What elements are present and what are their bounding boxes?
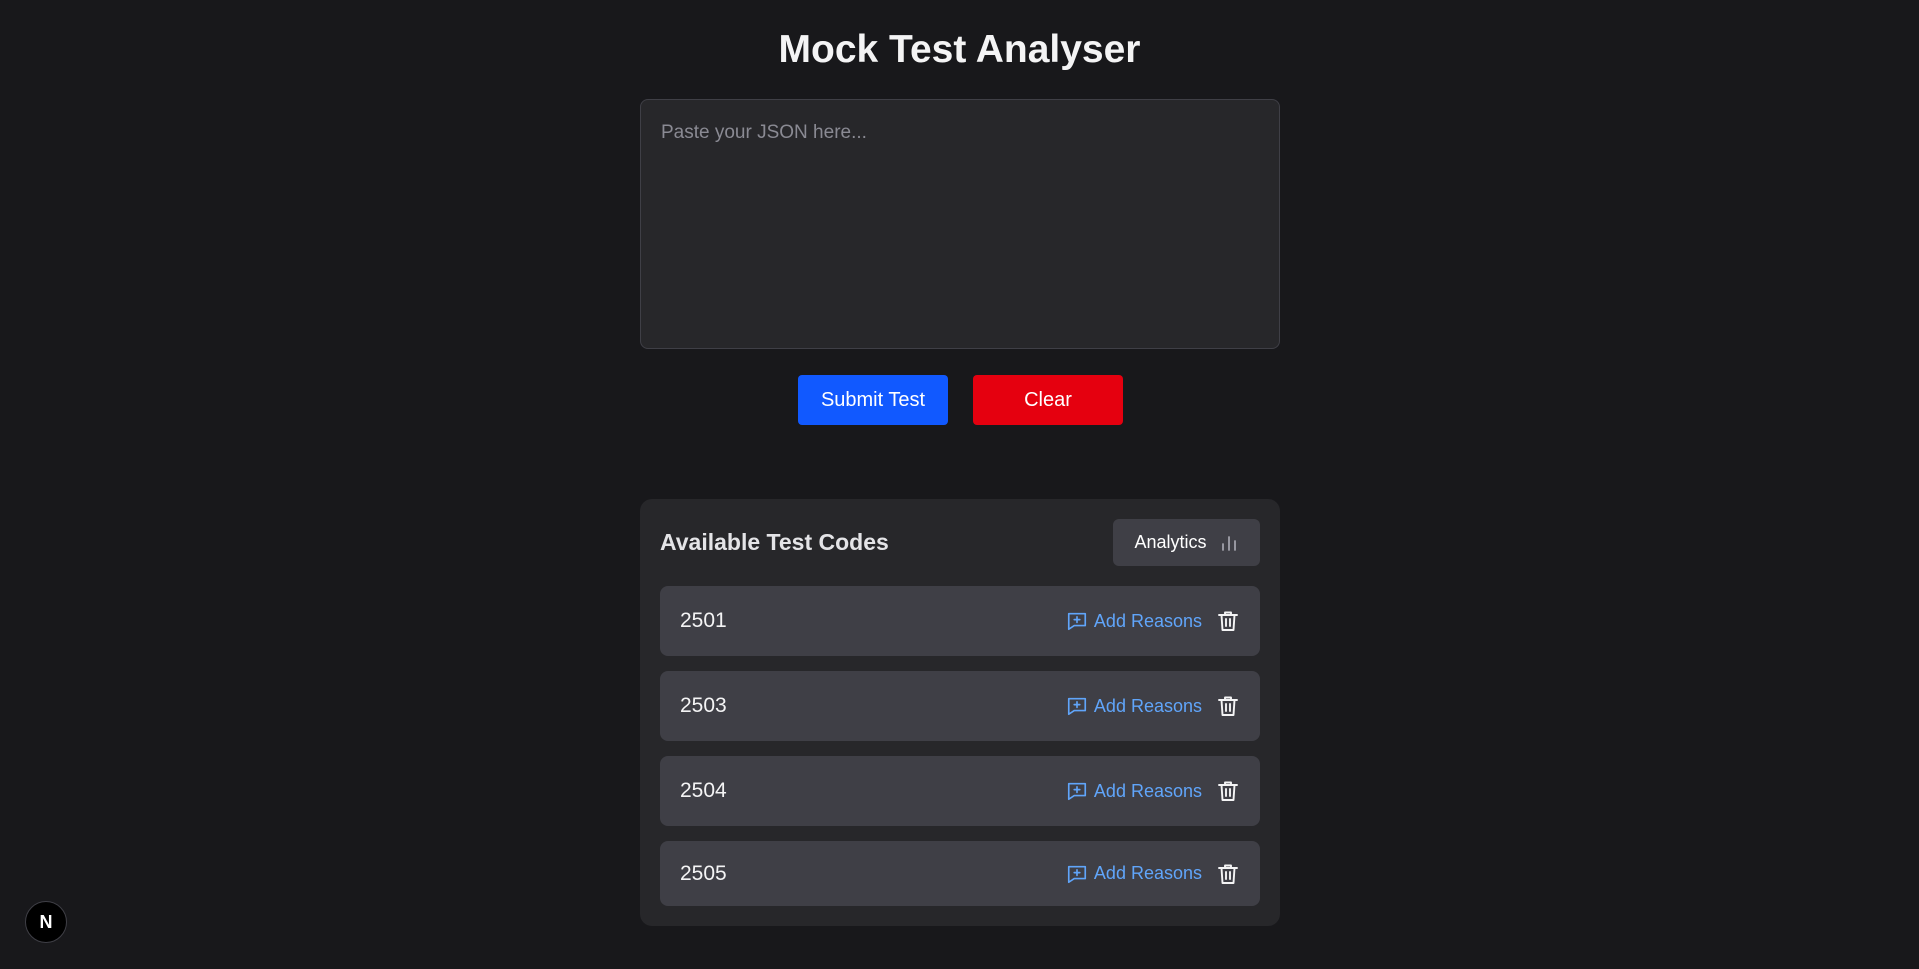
row-actions: Add Reasons (1066, 779, 1240, 803)
trash-icon (1216, 609, 1240, 633)
add-reasons-button[interactable]: Add Reasons (1066, 610, 1202, 632)
row-actions: Add Reasons (1066, 862, 1240, 886)
test-code: 2503 (680, 694, 727, 717)
message-plus-icon (1066, 780, 1088, 802)
panel-title: Available Test Codes (660, 529, 889, 555)
bar-chart-icon (1219, 533, 1239, 553)
message-plus-icon (1066, 610, 1088, 632)
add-reasons-label: Add Reasons (1093, 863, 1202, 883)
add-reasons-button[interactable]: Add Reasons (1066, 780, 1202, 802)
add-reasons-button[interactable]: Add Reasons (1066, 863, 1202, 885)
trash-icon (1216, 694, 1240, 718)
message-plus-icon (1066, 695, 1088, 717)
add-reasons-label: Add Reasons (1093, 695, 1202, 716)
nextjs-dev-badge[interactable]: N (25, 901, 67, 943)
nextjs-logo-icon: N (39, 911, 53, 932)
analytics-button[interactable]: Analytics (1113, 519, 1260, 566)
delete-test-button[interactable] (1216, 862, 1240, 886)
row-actions: Add Reasons (1066, 609, 1240, 633)
delete-test-button[interactable] (1216, 779, 1240, 803)
test-code: 2504 (680, 779, 727, 802)
trash-icon (1216, 862, 1240, 886)
available-test-codes-panel: Available Test Codes Analytics 2501 Add … (640, 499, 1280, 926)
test-code: 2501 (680, 609, 727, 632)
test-code-row: 2501 Add Reasons (660, 586, 1260, 656)
add-reasons-label: Add Reasons (1093, 610, 1202, 631)
test-code-row: 2504 Add Reasons (660, 756, 1260, 826)
message-plus-icon (1066, 863, 1088, 885)
delete-test-button[interactable] (1216, 609, 1240, 633)
submit-test-button[interactable]: Submit Test (798, 375, 948, 425)
row-actions: Add Reasons (1066, 694, 1240, 718)
test-code-row: 2505 Add Reasons (660, 841, 1260, 906)
add-reasons-button[interactable]: Add Reasons (1066, 695, 1202, 717)
add-reasons-label: Add Reasons (1093, 780, 1202, 801)
trash-icon (1216, 779, 1240, 803)
test-code: 2505 (680, 861, 727, 885)
analytics-button-label: Analytics (1134, 532, 1207, 552)
app-page: Mock Test Analyser Submit Test Clear Ava… (0, 0, 1919, 969)
page-title: Mock Test Analyser (778, 28, 1141, 71)
clear-button[interactable]: Clear (973, 375, 1123, 425)
delete-test-button[interactable] (1216, 694, 1240, 718)
json-input[interactable] (640, 99, 1280, 349)
test-code-row: 2503 Add Reasons (660, 671, 1260, 741)
